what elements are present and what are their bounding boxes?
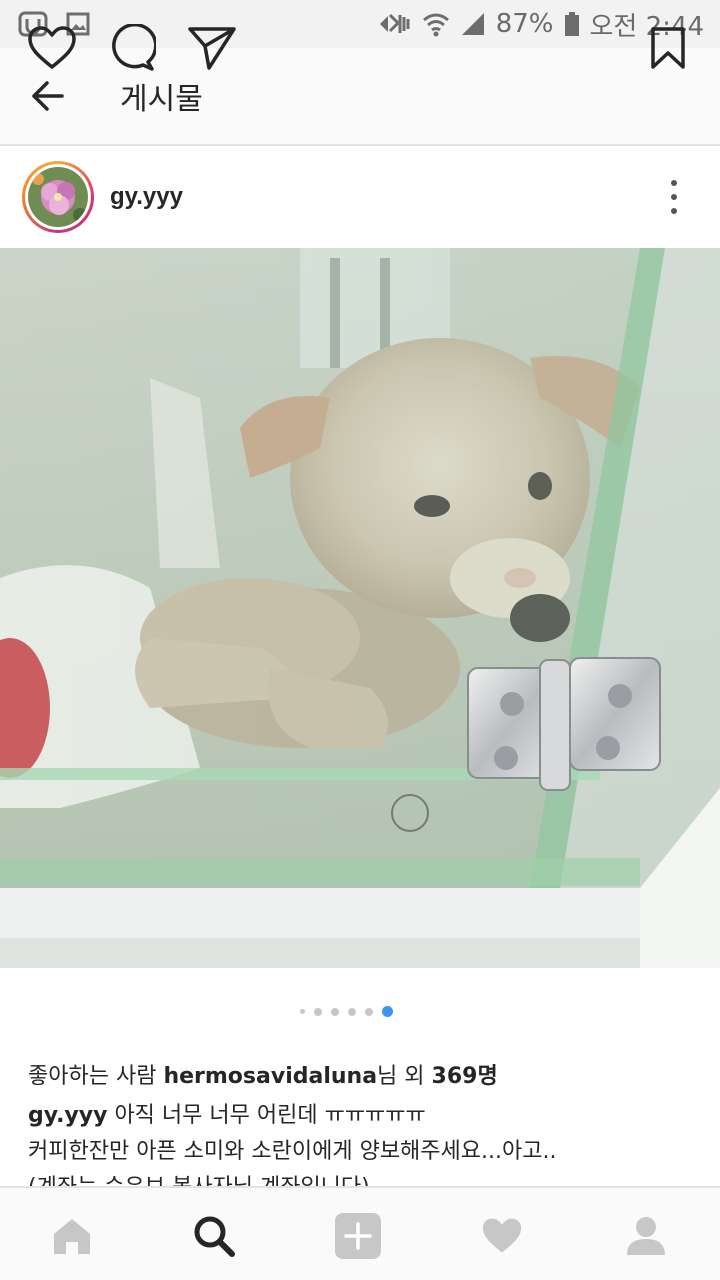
battery-percent: 87% [495,9,554,39]
comment-icon [112,24,156,71]
comment-button[interactable] [106,22,158,74]
post-username[interactable]: gy.yyy [110,183,183,211]
share-icon [188,27,236,70]
add-icon [335,1213,381,1259]
back-arrow-icon [32,81,64,111]
likes-count[interactable]: 369명 [432,1064,498,1089]
carousel-dot-active [382,1006,393,1017]
nav-home-button[interactable] [42,1206,102,1266]
carousel-dot [348,1007,356,1016]
more-options-button[interactable] [662,177,686,217]
nav-search-button[interactable] [184,1206,244,1266]
carousel-dot [331,1007,339,1016]
bottom-nav [0,1186,720,1280]
carousel-dot [314,1007,322,1016]
share-button[interactable] [186,22,238,74]
caption-clip: gy.yyy 아직 너무 너무 어린데 ㅠㅠㅠㅠㅠ 커피한잔만 아픈 소미와 소… [0,1098,720,1186]
page-title: 게시물 [120,82,203,117]
home-icon [54,1219,90,1254]
avatar [28,167,88,227]
like-button[interactable] [26,22,78,74]
activity-heart-icon [482,1218,522,1253]
caption-line-2: 커피한잔만 아픈 소미와 소란이에게 양보해주세요...아고.. [28,1139,557,1164]
heart-icon [28,26,76,69]
more-vertical-icon [671,180,677,186]
carousel-dot [365,1007,373,1016]
carousel-dot [300,1009,305,1014]
post-photo[interactable] [0,248,720,968]
search-icon [194,1216,235,1257]
post-header: gy.yyy [0,146,720,248]
mute-icon [376,11,412,37]
likes-summary: 좋아하는 사람 hermosavidaluna님 외 369명 [28,1058,498,1090]
carousel-indicator [300,1006,393,1017]
caption-line-1: 아직 너무 너무 어린데 ㅠㅠㅠㅠㅠ [107,1103,426,1128]
signal-icon [460,11,486,37]
avatar-story-ring[interactable] [22,161,94,233]
battery-icon [564,11,580,37]
likes-user-link[interactable]: hermosavidaluna [163,1064,377,1089]
nav-add-button[interactable] [328,1206,388,1266]
likes-mid: 님 외 [377,1064,432,1089]
wifi-icon [422,11,450,37]
caption-username[interactable]: gy.yyy [28,1103,107,1128]
nav-activity-button[interactable] [472,1206,532,1266]
bookmark-icon [651,27,685,69]
profile-icon [627,1217,665,1255]
save-button[interactable] [642,22,694,74]
nav-profile-button[interactable] [616,1206,676,1266]
caption: gy.yyy 아직 너무 너무 어린데 ㅠㅠㅠㅠㅠ 커피한잔만 아픈 소미와 소… [28,1098,698,1186]
caption-line-3: (계좌는 순유보 봉사자님 계좌입니다) [28,1170,698,1186]
likes-prefix: 좋아하는 사람 [28,1064,164,1089]
